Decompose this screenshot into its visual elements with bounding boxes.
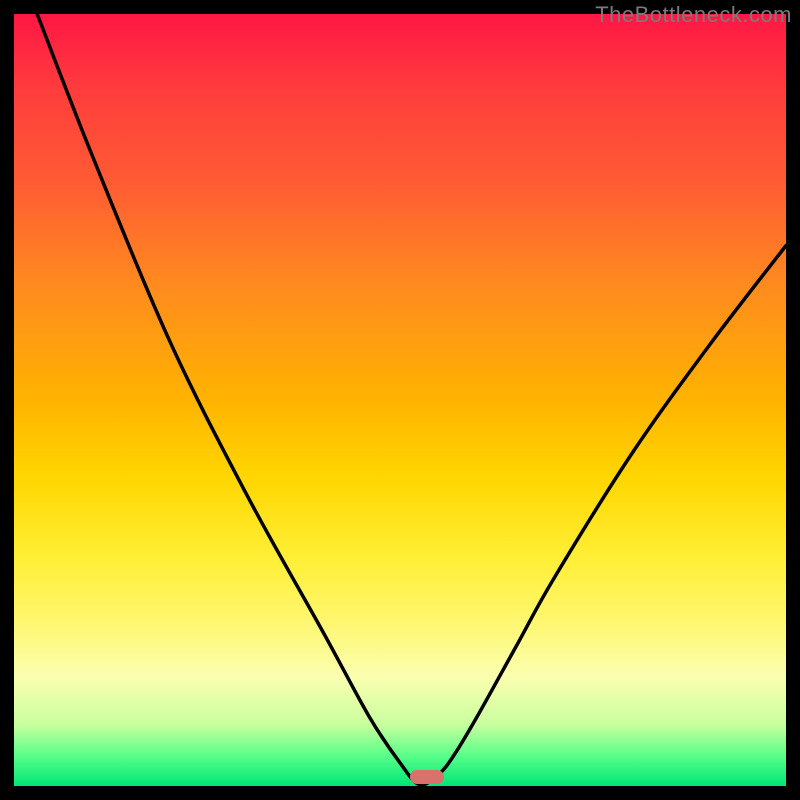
gradient-background (14, 14, 786, 786)
chart-frame: TheBottleneck.com (0, 0, 800, 800)
